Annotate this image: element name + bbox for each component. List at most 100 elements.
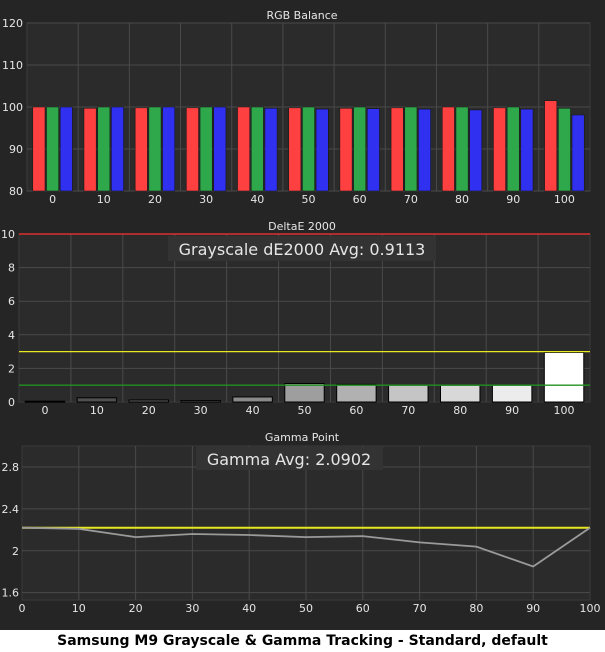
gamma-title: Gamma Point <box>265 431 340 444</box>
deltae-bar <box>24 400 66 403</box>
gamma-avg-annotation: Gamma Avg: 2.0902 <box>207 450 371 469</box>
rgb-bar-red <box>32 106 46 192</box>
rgb-bar-green <box>97 106 111 192</box>
deltae-avg-annotation: Grayscale dE2000 Avg: 0.9113 <box>179 240 426 259</box>
deltae-x-tick-label: 0 <box>41 404 48 417</box>
rgb-y-tick-label: 120 <box>2 17 23 30</box>
gamma-x-tick-label: 100 <box>580 602 601 615</box>
rgb-bar-blue <box>111 106 124 192</box>
rgb-bar-blue <box>264 108 278 192</box>
rgb-x-tick-label: 30 <box>199 193 213 206</box>
gamma-x-tick-label: 60 <box>356 602 370 615</box>
rgb-bar-blue <box>162 106 175 192</box>
deltae-x-tick-label: 10 <box>90 404 104 417</box>
deltae-bar <box>543 351 585 403</box>
rgb-bar-blue <box>213 106 227 192</box>
rgb-x-tick-label: 100 <box>554 193 575 206</box>
rgb-bar-green <box>455 106 469 192</box>
rgb-bar-red <box>339 108 353 192</box>
rgb-x-tick-label: 50 <box>302 193 316 206</box>
rgb-balance-title: RGB Balance <box>266 9 337 22</box>
rgb-x-tick-label: 0 <box>49 193 56 206</box>
rgb-bar-blue <box>469 109 483 192</box>
deltae-x-tick-label: 90 <box>505 404 519 417</box>
gamma-x-tick-label: 50 <box>299 602 313 615</box>
rgb-bar-blue <box>315 108 329 192</box>
rgb-bar-blue <box>520 108 534 192</box>
rgb-x-tick-label: 40 <box>250 193 264 206</box>
rgb-bar-green <box>199 106 213 192</box>
deltae-bar <box>128 399 169 403</box>
deltae-bar <box>284 383 325 403</box>
deltae-y-tick-label: 10 <box>1 228 15 241</box>
gamma-y-tick-label: 2.8 <box>2 461 20 474</box>
rgb-y-tick-label: 110 <box>2 59 23 72</box>
gamma-x-tick-label: 10 <box>72 602 86 615</box>
gamma-y-tick-label: 1.6 <box>2 587 20 600</box>
rgb-bar-green <box>353 106 367 192</box>
rgb-bar-blue <box>367 108 380 192</box>
deltae-x-tick-label: 20 <box>142 404 156 417</box>
rgb-x-tick-label: 60 <box>353 193 367 206</box>
rgb-bar-green <box>506 106 520 192</box>
deltae-x-tick-label: 30 <box>194 404 208 417</box>
rgb-y-tick-label: 90 <box>9 143 23 156</box>
gamma-y-tick-label: 2.4 <box>2 503 20 516</box>
deltae-x-tick-label: 60 <box>349 404 363 417</box>
rgb-y-tick-label: 80 <box>9 185 23 198</box>
rgb-bar-green <box>558 108 571 192</box>
rgb-bar-red <box>288 107 302 192</box>
deltae-x-tick-label: 70 <box>401 404 415 417</box>
rgb-bar-red <box>83 108 97 192</box>
rgb-bar-red <box>442 106 455 192</box>
rgb-x-tick-label: 20 <box>148 193 162 206</box>
rgb-bar-green <box>148 106 162 192</box>
rgb-y-tick-label: 100 <box>2 101 23 114</box>
rgb-x-tick-label: 10 <box>97 193 111 206</box>
chart-stage: RGB Balance 80 90 100 110 120 0 10 20 30 40 50 60 70 8… <box>0 0 605 630</box>
gamma-x-tick-label: 70 <box>413 602 427 615</box>
deltae-bar <box>336 383 377 403</box>
deltae-y-tick-label: 4 <box>8 329 15 342</box>
rgb-bar-red <box>390 107 404 192</box>
deltae-x-tick-label: 40 <box>246 404 260 417</box>
rgb-x-tick-label: 70 <box>404 193 418 206</box>
gamma-x-tick-label: 20 <box>129 602 143 615</box>
gamma-x-tick-label: 90 <box>526 602 540 615</box>
rgb-bar-green <box>250 106 264 192</box>
deltae-y-tick-label: 0 <box>8 396 15 409</box>
gamma-x-tick-label: 40 <box>242 602 256 615</box>
deltae-bar <box>76 397 118 403</box>
figure-caption: Samsung M9 Grayscale & Gamma Tracking - … <box>0 630 605 652</box>
rgb-x-tick-label: 80 <box>455 193 469 206</box>
rgb-bar-blue <box>418 108 431 192</box>
deltae-bar <box>388 384 429 403</box>
deltae-y-tick-label: 6 <box>8 295 15 308</box>
deltae-bar <box>440 384 481 403</box>
deltae-y-tick-label: 8 <box>8 262 15 275</box>
deltae-x-tick-label: 50 <box>298 404 312 417</box>
rgb-bar-green <box>302 106 315 192</box>
rgb-x-tick-label: 90 <box>506 193 520 206</box>
deltae-title: DeltaE 2000 <box>268 220 336 233</box>
deltae-bar <box>491 384 533 403</box>
deltae-bar <box>232 396 273 403</box>
rgb-bar-blue <box>59 106 73 192</box>
rgb-bar-green <box>46 106 59 192</box>
deltae-bar <box>180 400 221 403</box>
rgb-bar-red <box>493 107 506 192</box>
rgb-bar-red <box>237 106 250 192</box>
rgb-bar-red <box>544 100 558 192</box>
charts-svg: RGB Balance80901001101200 10 20 30 40 50 60 70 8… <box>1 9 601 615</box>
rgb-bar-red <box>186 107 199 192</box>
deltae-x-tick-label: 100 <box>554 404 575 417</box>
gamma-x-tick-label: 30 <box>185 602 199 615</box>
rgb-bar-green <box>404 106 418 192</box>
rgb-bar-blue <box>571 114 585 192</box>
gamma-y-tick-label: 2 <box>12 545 19 558</box>
gamma-x-tick-label: 80 <box>469 602 483 615</box>
deltae-y-tick-label: 2 <box>8 362 15 375</box>
deltae-x-tick-label: 80 <box>453 404 467 417</box>
gamma-x-tick-label: 0 <box>19 602 26 615</box>
rgb-bar-red <box>134 107 148 192</box>
